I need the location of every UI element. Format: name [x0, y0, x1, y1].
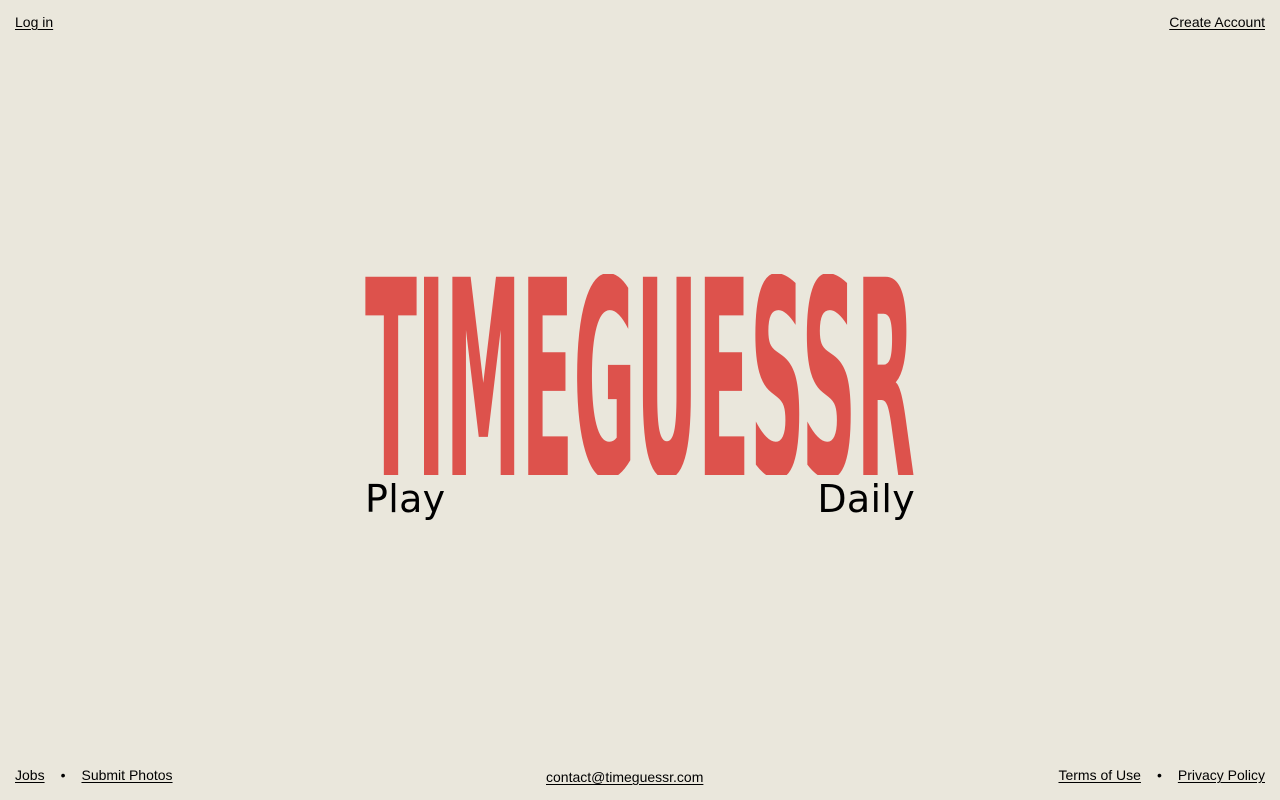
timeguessr-logo: TIMEGUESSR [365, 274, 915, 475]
login-link[interactable]: Log in [15, 14, 53, 30]
footer-left-links: Jobs • Submit Photos [15, 767, 173, 783]
separator-dot: • [60, 767, 66, 783]
separator-dot: • [1156, 767, 1162, 783]
privacy-link[interactable]: Privacy Policy [1178, 767, 1265, 783]
jobs-link[interactable]: Jobs [15, 767, 45, 783]
daily-button[interactable]: Daily [817, 477, 915, 521]
submit-photos-link[interactable]: Submit Photos [81, 767, 172, 783]
page: Log in Create Account TIMEGUESSR Play Da… [0, 0, 1280, 800]
hero-actions: Play Daily [365, 477, 915, 521]
hero: TIMEGUESSR Play Daily [365, 274, 915, 524]
footer-right-links: Terms of Use • Privacy Policy [1058, 767, 1265, 783]
logo-wordmark: TIMEGUESSR [365, 274, 915, 475]
create-account-link[interactable]: Create Account [1169, 14, 1265, 30]
play-button[interactable]: Play [365, 477, 445, 521]
terms-link[interactable]: Terms of Use [1058, 767, 1140, 783]
contact-email-link[interactable]: contact@timeguessr.com [546, 769, 703, 785]
